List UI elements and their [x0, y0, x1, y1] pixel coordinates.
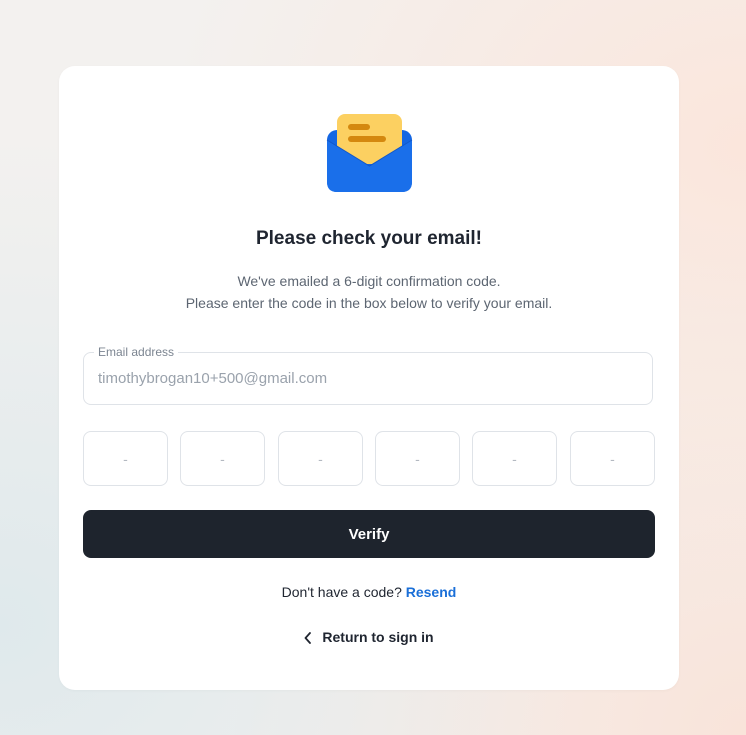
email-input[interactable]: [98, 353, 638, 404]
verification-card: Please check your email! We've emailed a…: [59, 66, 679, 690]
verify-button[interactable]: Verify: [83, 510, 655, 558]
code-digit-input-4[interactable]: -: [375, 431, 460, 486]
code-digit-input-2[interactable]: -: [180, 431, 265, 486]
page-title: Please check your email!: [255, 228, 482, 249]
resend-row: Don't have a code? Resend: [59, 584, 679, 600]
code-digit-input-1[interactable]: -: [83, 431, 168, 486]
instructions-text: We've emailed a 6-digit confirmation cod…: [59, 270, 679, 314]
resend-prompt: Don't have a code?: [281, 584, 402, 600]
email-field: Email address: [83, 345, 653, 405]
resend-link[interactable]: Resend: [406, 584, 457, 600]
chevron-left-icon: [304, 631, 312, 644]
return-link-label: Return to sign in: [322, 629, 434, 645]
envelope-letter-icon: [326, 112, 414, 194]
code-digit-input-5[interactable]: -: [472, 431, 557, 486]
code-digit-input-6[interactable]: -: [570, 431, 655, 486]
code-digit-input-3[interactable]: -: [278, 431, 363, 486]
return-to-sign-in-link[interactable]: Return to sign in: [59, 629, 679, 645]
instructions-line-2: Please enter the code in the box below t…: [185, 295, 553, 311]
instructions-line-1: We've emailed a 6-digit confirmation cod…: [237, 273, 501, 289]
